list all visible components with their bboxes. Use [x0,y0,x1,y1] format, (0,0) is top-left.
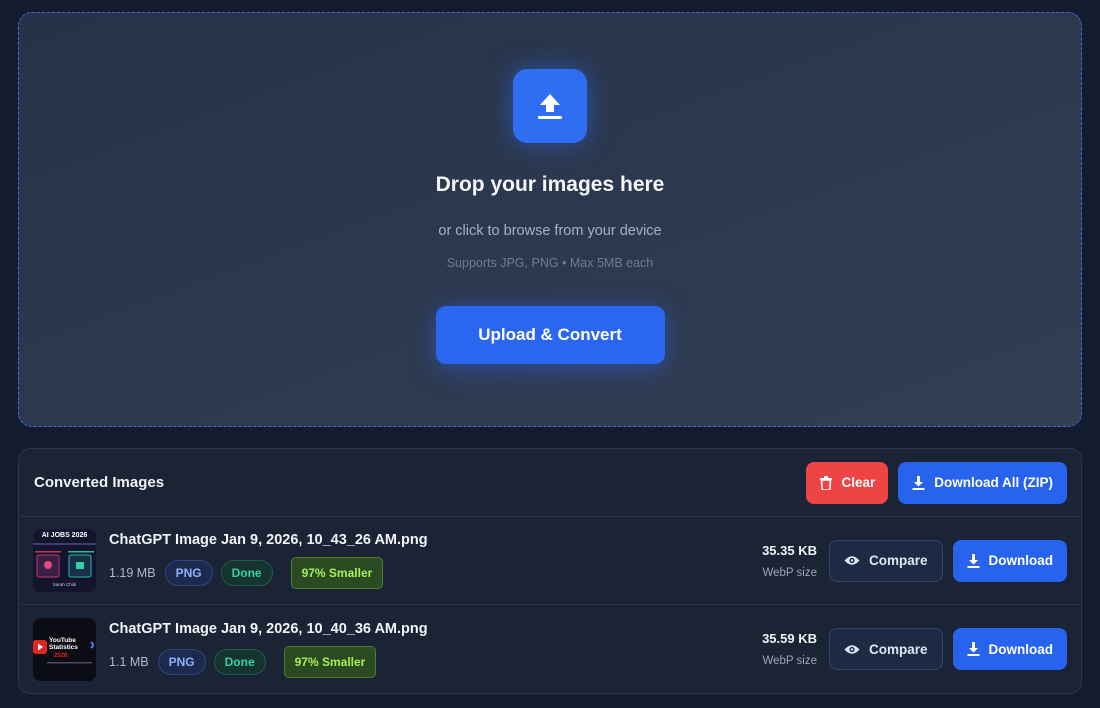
image-dropzone[interactable]: Drop your images here or click to browse… [18,12,1082,427]
download-icon [967,642,980,656]
format-badge: PNG [164,560,213,586]
compare-button[interactable]: Compare [828,628,943,670]
compare-label: Compare [868,641,928,657]
webp-size-label: WebP size [762,566,817,579]
dropzone-title: Drop your images here [435,173,665,196]
upload-icon [537,92,563,120]
dropzone-hint: Supports JPG, PNG • Max 5MB each [446,256,654,270]
file-thumbnail: YouTube Statistics 2026 [33,617,96,681]
status-badge: Done [220,560,273,586]
compare-button[interactable]: Compare [828,539,943,582]
format-badge: PNG [157,648,206,675]
eye-icon [844,644,860,655]
original-size: 1.1 MB [109,654,149,669]
eye-icon [844,555,860,566]
webp-size: 35.35 KB [762,542,817,558]
download-icon [967,553,980,568]
thumb-title: AI JOBS 2026 [41,532,88,539]
savings-badge: 97% Smaller [283,645,377,678]
thumb-year: 2026 [54,652,68,659]
download-icon [912,475,925,490]
upload-tile[interactable] [513,69,587,143]
status-badge: Done [213,648,266,675]
savings-badge: 97% Smaller [290,557,384,589]
file-row: YouTube Statistics 2026 ChatGPT Image Ja… [19,605,1081,693]
thumb-title: YouTube Statistics [49,636,78,651]
file-name: ChatGPT Image Jan 9, 2026, 10_43_26 AM.p… [109,532,428,548]
download-button[interactable]: Download [952,539,1067,582]
download-button[interactable]: Download [952,628,1067,670]
panel-header: Converted Images Clear Download All (ZIP… [19,449,1081,517]
download-label: Download [988,641,1054,657]
converted-images-panel: Converted Images Clear Download All (ZIP… [18,448,1082,694]
dropzone-subtitle: or click to browse from your device [438,223,662,239]
compare-label: Compare [868,553,928,568]
original-size: 1.19 MB [109,566,156,580]
webp-size: 35.59 KB [762,631,817,646]
clear-label: Clear [841,475,876,490]
upload-convert-button[interactable]: Upload & Convert [435,306,665,364]
download-all-label: Download All (ZIP) [934,475,1053,490]
download-label: Download [988,553,1054,568]
clear-button[interactable]: Clear [806,461,889,504]
download-all-button[interactable]: Download All (ZIP) [898,461,1067,504]
trash-icon [820,475,833,490]
file-name: ChatGPT Image Jan 9, 2026, 10_40_36 AM.p… [109,620,428,637]
file-thumbnail: AI JOBS 2026 Sarah Chidi [33,529,96,592]
thumb-caption: Sarah Chidi [52,582,77,587]
webp-size-label: WebP size [762,655,817,667]
panel-title: Converted Images [34,474,165,491]
file-row: AI JOBS 2026 Sarah Chidi ChatGPT Image J… [19,517,1081,605]
